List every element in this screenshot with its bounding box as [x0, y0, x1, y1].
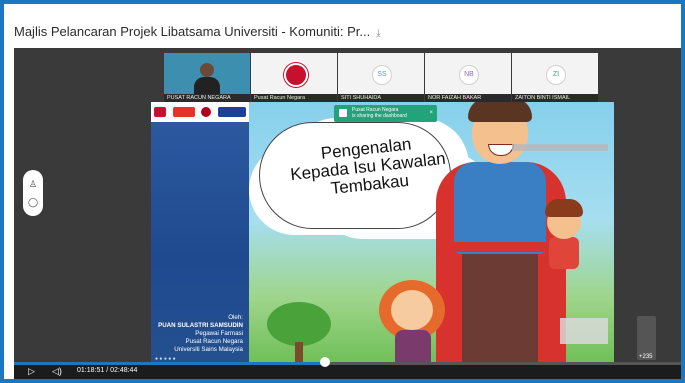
download-icon[interactable]: ⤓ [376, 28, 380, 39]
share-screen-icon [339, 109, 347, 117]
presenter-university: Universiti Sains Malaysia [174, 346, 243, 353]
hero-legs [462, 250, 538, 364]
recording-title-text: Majlis Pelancaran Projek Libatsama Unive… [14, 24, 371, 39]
notification-line: is sharing the dashboard [352, 113, 407, 119]
sharing-notification: Pusat Racun Negara is sharing the dashbo… [334, 105, 437, 122]
volume-icon[interactable]: ◁) [52, 366, 62, 376]
participant-video-head [200, 63, 214, 77]
progress-bar[interactable] [14, 362, 681, 365]
participants-icon[interactable]: ♙ [28, 179, 38, 189]
avatar: NB [459, 65, 479, 85]
progress-fill [14, 362, 326, 365]
playback-time: 01:18:51 / 02:48:44 [77, 367, 138, 374]
tree-illustration [267, 302, 331, 364]
participant-tile[interactable]: SS SITI SHUHAIDA [338, 53, 425, 103]
title-bar: Majlis Pelancaran Projek Libatsama Unive… [4, 4, 681, 48]
slide-illustration: Pengenalan Kepada Isu Kawalan Tembakau [249, 102, 614, 364]
sponsor-logos [151, 102, 249, 122]
boy-hair [545, 199, 583, 217]
presenter-role: Pegawai Farmasi [195, 330, 243, 337]
seal-logo-icon [201, 107, 212, 117]
hero-belt [454, 242, 546, 252]
shared-slide: Oleh: PUAN SULASTRI SAMSUDIN Pegawai Far… [151, 102, 614, 364]
girl-head [391, 290, 433, 330]
meeting-recording-window: Majlis Pelancaran Projek Libatsama Unive… [4, 4, 681, 379]
boy-illustration [539, 197, 589, 277]
presenter-credit: Oleh: PUAN SULASTRI SAMSUDIN Pegawai Far… [151, 314, 249, 354]
recording-title: Majlis Pelancaran Projek Libatsama Unive… [14, 24, 381, 39]
participant-video [194, 77, 220, 94]
avatar: ZI [546, 65, 566, 85]
hero-torso [454, 162, 546, 254]
self-view-placeholder [560, 318, 608, 344]
annotation-bar [512, 144, 608, 151]
brand-logo-icon [217, 107, 246, 117]
presenter-name: PUAN SULASTRI SAMSUDIN [158, 322, 243, 329]
girl-illustration [379, 280, 449, 364]
participant-tile[interactable]: NB NOR FAIZAH BAKAR [425, 53, 512, 103]
partner-logo-icon [172, 107, 195, 117]
participant-strip: PUSAT RACUN NEGARA Pusat Racun Negara SS… [164, 53, 601, 103]
by-label: Oleh: [228, 314, 243, 321]
slide-sidebar: Oleh: PUAN SULASTRI SAMSUDIN Pegawai Far… [151, 102, 249, 364]
girl-body [395, 330, 431, 364]
tree-trunk [295, 342, 303, 364]
participant-tile[interactable]: Pusat Racun Negara [251, 53, 338, 103]
usm-logo-icon [154, 107, 167, 117]
participant-tile[interactable]: PUSAT RACUN NEGARA [164, 53, 251, 103]
video-player[interactable]: PUSAT RACUN NEGARA Pusat Racun Negara SS… [14, 48, 681, 379]
chat-icon[interactable]: ◯ [28, 197, 38, 207]
boy-body [549, 237, 579, 269]
participant-count: +235 [639, 354, 653, 360]
tree-crown [267, 302, 331, 346]
org-logo-icon [284, 63, 308, 87]
avatar: SS [372, 65, 392, 85]
hero-hair [468, 102, 532, 122]
side-toolbar: ♙ ◯ [23, 170, 43, 216]
close-icon[interactable]: × [429, 110, 433, 116]
play-icon[interactable]: ▷ [28, 366, 35, 376]
superhero-illustration [436, 102, 566, 364]
participant-tile[interactable]: ZI ZAITON BINTI ISMAIL [512, 53, 599, 103]
presenter-org: Pusat Racun Negara [185, 338, 243, 345]
